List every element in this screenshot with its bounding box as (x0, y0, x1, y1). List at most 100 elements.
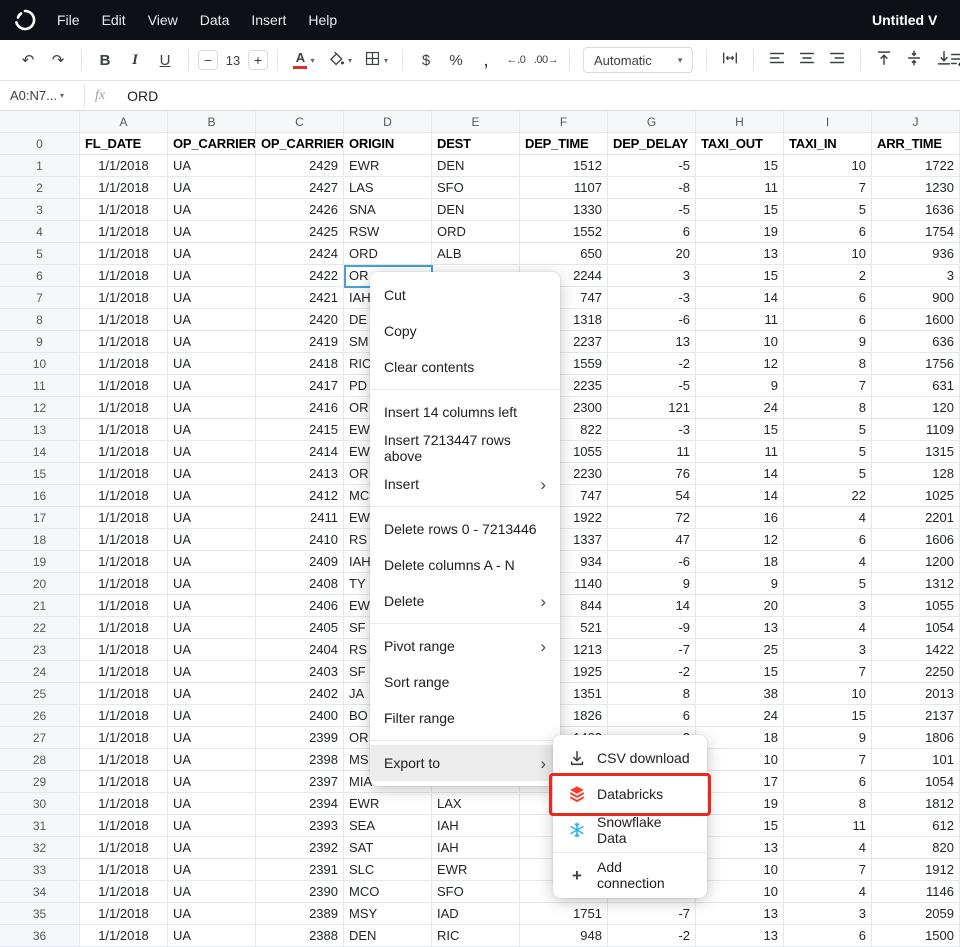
cell-I15[interactable]: 5 (784, 463, 872, 485)
cell-B13[interactable]: UA (168, 419, 256, 441)
cell-I32[interactable]: 4 (784, 837, 872, 859)
cell-C9[interactable]: 2419 (256, 331, 344, 353)
cell-C18[interactable]: 2410 (256, 529, 344, 551)
cell-B21[interactable]: UA (168, 595, 256, 617)
cell-J18[interactable]: 1606 (872, 529, 960, 551)
cell-G9[interactable]: 13 (608, 331, 696, 353)
cell-A29[interactable]: 1/1/2018 (80, 771, 168, 793)
cell-I23[interactable]: 3 (784, 639, 872, 661)
cell-G7[interactable]: -3 (608, 287, 696, 309)
cell-C3[interactable]: 2426 (256, 199, 344, 221)
cell-G2[interactable]: -8 (608, 177, 696, 199)
cell-A27[interactable]: 1/1/2018 (80, 727, 168, 749)
cell-H21[interactable]: 20 (696, 595, 784, 617)
row-header-36[interactable]: 36 (0, 925, 80, 947)
cell-G21[interactable]: 14 (608, 595, 696, 617)
cell-I25[interactable]: 10 (784, 683, 872, 705)
cell-J17[interactable]: 2201 (872, 507, 960, 529)
row-header-17[interactable]: 17 (0, 507, 80, 529)
cell-G14[interactable]: 11 (608, 441, 696, 463)
app-logo-icon[interactable] (12, 7, 38, 33)
undo-button[interactable]: ↶ (14, 46, 42, 74)
row-header-12[interactable]: 12 (0, 397, 80, 419)
row-header-7[interactable]: 7 (0, 287, 80, 309)
cell-H25[interactable]: 38 (696, 683, 784, 705)
cell-A21[interactable]: 1/1/2018 (80, 595, 168, 617)
cell-I33[interactable]: 7 (784, 859, 872, 881)
redo-button[interactable]: ↷ (44, 46, 72, 74)
cell-D33[interactable]: SLC (344, 859, 432, 881)
cell-A6[interactable]: 1/1/2018 (80, 265, 168, 287)
cell-C33[interactable]: 2391 (256, 859, 344, 881)
cell-I5[interactable]: 10 (784, 243, 872, 265)
cell-D36[interactable]: DEN (344, 925, 432, 947)
cell-D2[interactable]: LAS (344, 177, 432, 199)
row-header-34[interactable]: 34 (0, 881, 80, 903)
cell-A13[interactable]: 1/1/2018 (80, 419, 168, 441)
cell-I13[interactable]: 5 (784, 419, 872, 441)
menu-edit[interactable]: Edit (91, 0, 137, 40)
cell-B33[interactable]: UA (168, 859, 256, 881)
cell-G6[interactable]: 3 (608, 265, 696, 287)
cell-H11[interactable]: 9 (696, 375, 784, 397)
cell-H20[interactable]: 9 (696, 573, 784, 595)
cell-C14[interactable]: 2414 (256, 441, 344, 463)
cell-I3[interactable]: 5 (784, 199, 872, 221)
cell-G17[interactable]: 72 (608, 507, 696, 529)
context-menu-item-insert-14-columns-left[interactable]: Insert 14 columns left (370, 394, 560, 430)
column-header-J[interactable]: J (872, 111, 960, 133)
cell-G0[interactable]: DEP_DELAY (608, 133, 696, 155)
cell-A12[interactable]: 1/1/2018 (80, 397, 168, 419)
cell-I10[interactable]: 8 (784, 353, 872, 375)
cell-C30[interactable]: 2394 (256, 793, 344, 815)
cell-H34[interactable]: 10 (696, 881, 784, 903)
number-format-dropdown[interactable]: Automatic ▾ (583, 47, 693, 73)
cell-G35[interactable]: -7 (608, 903, 696, 925)
cell-J6[interactable]: 3 (872, 265, 960, 287)
cell-C29[interactable]: 2397 (256, 771, 344, 793)
cell-J36[interactable]: 1500 (872, 925, 960, 947)
cell-J15[interactable]: 128 (872, 463, 960, 485)
row-header-4[interactable]: 4 (0, 221, 80, 243)
menu-insert[interactable]: Insert (240, 0, 297, 40)
cell-B34[interactable]: UA (168, 881, 256, 903)
row-header-21[interactable]: 21 (0, 595, 80, 617)
cell-H2[interactable]: 11 (696, 177, 784, 199)
cell-J32[interactable]: 820 (872, 837, 960, 859)
cell-B5[interactable]: UA (168, 243, 256, 265)
cell-A10[interactable]: 1/1/2018 (80, 353, 168, 375)
row-header-8[interactable]: 8 (0, 309, 80, 331)
wrap-text-button[interactable] (944, 47, 960, 75)
cell-B10[interactable]: UA (168, 353, 256, 375)
row-header-16[interactable]: 16 (0, 485, 80, 507)
cell-J34[interactable]: 1146 (872, 881, 960, 903)
cell-J29[interactable]: 1054 (872, 771, 960, 793)
row-header-33[interactable]: 33 (0, 859, 80, 881)
row-header-5[interactable]: 5 (0, 243, 80, 265)
cell-I19[interactable]: 4 (784, 551, 872, 573)
cell-A18[interactable]: 1/1/2018 (80, 529, 168, 551)
cell-B22[interactable]: UA (168, 617, 256, 639)
cell-H15[interactable]: 14 (696, 463, 784, 485)
cell-E36[interactable]: RIC (432, 925, 520, 947)
cell-C25[interactable]: 2402 (256, 683, 344, 705)
cell-I0[interactable]: TAXI_IN (784, 133, 872, 155)
row-header-29[interactable]: 29 (0, 771, 80, 793)
cell-J1[interactable]: 1722 (872, 155, 960, 177)
cell-B12[interactable]: UA (168, 397, 256, 419)
cell-B30[interactable]: UA (168, 793, 256, 815)
cell-H8[interactable]: 11 (696, 309, 784, 331)
cell-J7[interactable]: 900 (872, 287, 960, 309)
cell-A15[interactable]: 1/1/2018 (80, 463, 168, 485)
cell-I4[interactable]: 6 (784, 221, 872, 243)
cell-H9[interactable]: 10 (696, 331, 784, 353)
cell-F1[interactable]: 1512 (520, 155, 608, 177)
column-header-C[interactable]: C (256, 111, 344, 133)
text-color-button[interactable]: A ▾ (287, 46, 321, 74)
row-header-35[interactable]: 35 (0, 903, 80, 925)
row-header-32[interactable]: 32 (0, 837, 80, 859)
cell-J27[interactable]: 1806 (872, 727, 960, 749)
cell-H18[interactable]: 12 (696, 529, 784, 551)
cell-J9[interactable]: 636 (872, 331, 960, 353)
column-header-F[interactable]: F (520, 111, 608, 133)
